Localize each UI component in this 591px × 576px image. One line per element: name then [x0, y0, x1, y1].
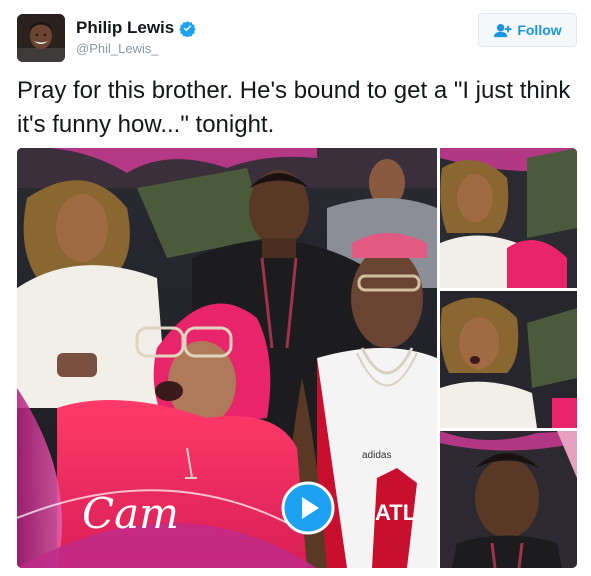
user-handle[interactable]: @Phil_Lewis_ [76, 41, 159, 56]
kiss-cam-caption: Cam [82, 489, 179, 538]
user-name-row[interactable]: Philip Lewis [76, 18, 196, 38]
avatar[interactable] [17, 14, 65, 62]
play-icon[interactable] [281, 481, 335, 535]
svg-text:ATL: ATL [375, 500, 416, 525]
video-media[interactable]: adidas ATL Cam [17, 148, 577, 568]
follow-button-label: Follow [517, 22, 562, 38]
display-name[interactable]: Philip Lewis [76, 18, 174, 38]
tweet-card: Philip Lewis @Phil_Lewis_ Follow Pray fo… [0, 0, 591, 576]
svg-text:adidas: adidas [362, 450, 391, 461]
tweet-text: Pray for this brother. He's bound to get… [17, 77, 571, 138]
avatar-image [17, 14, 65, 62]
follow-button[interactable]: Follow [478, 13, 577, 47]
verified-badge-icon [179, 20, 196, 37]
add-user-icon [494, 23, 512, 37]
